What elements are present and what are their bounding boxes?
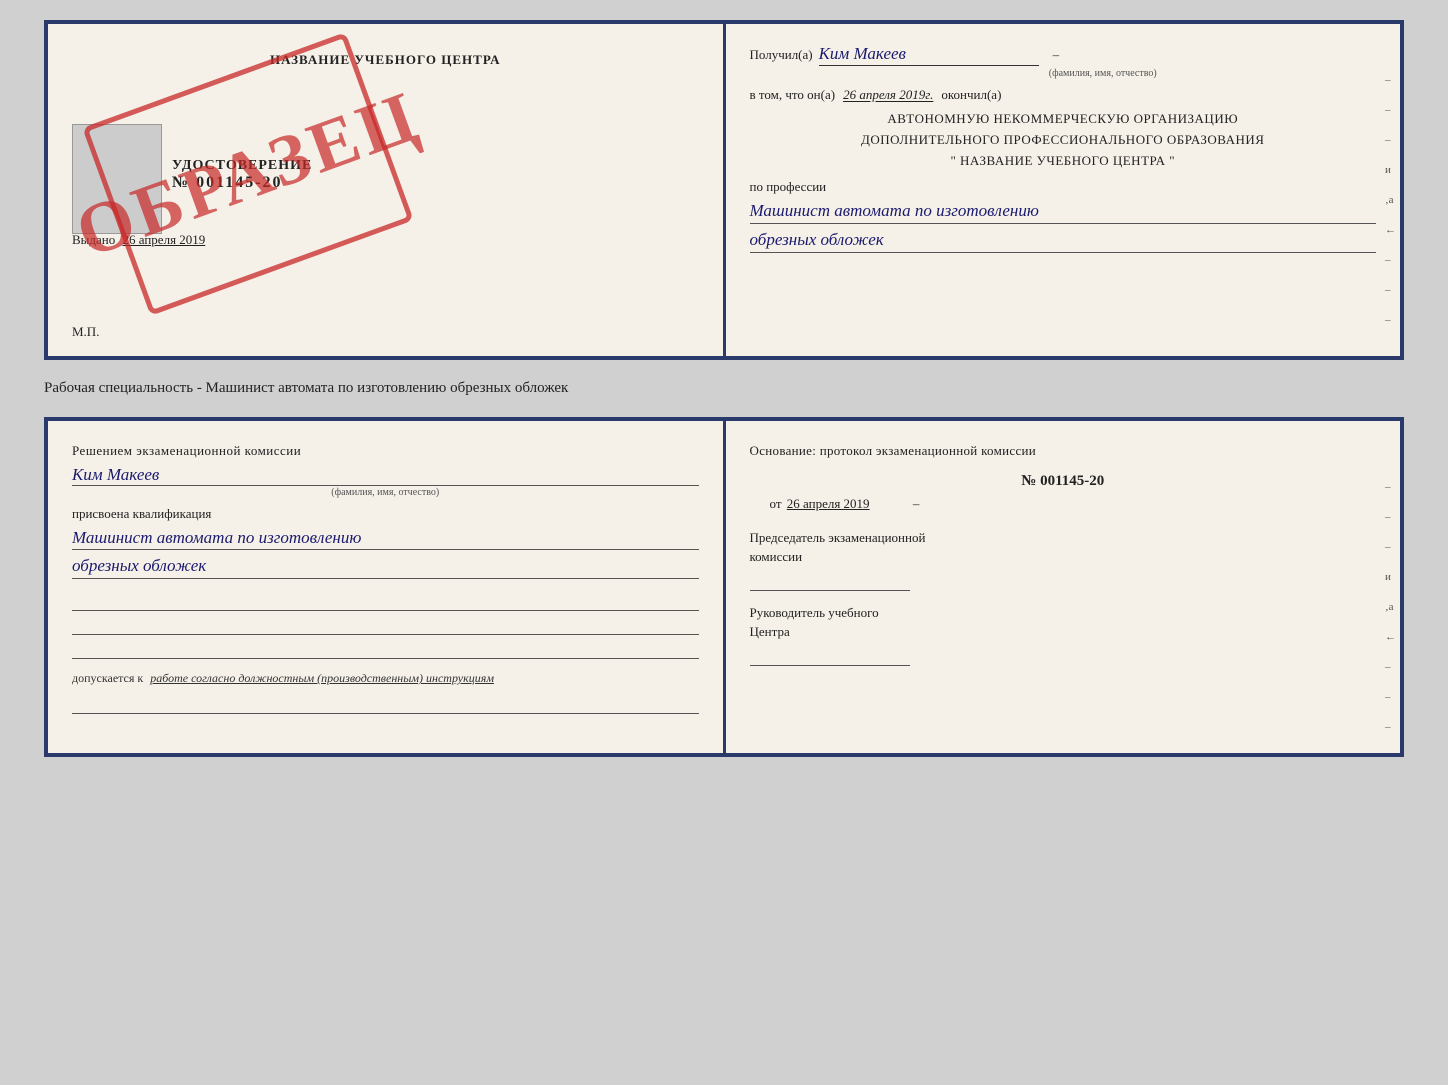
org-line2: ДОПОЛНИТЕЛЬНОГО ПРОФЕССИОНАЛЬНОГО ОБРАЗО… [750, 130, 1377, 151]
bottom-document: Решением экзаменационной комиссии Ким Ма… [44, 417, 1404, 757]
vtom-date: 26 апреля 2019г. [843, 87, 933, 103]
fio-hint-top: (фамилия, имя, отчество) [830, 68, 1377, 79]
bottom-doc-right: Основание: протокол экзаменационной коми… [726, 421, 1401, 753]
reshen-name: Ким Макеев [72, 465, 699, 486]
dopusk-text: работе согласно должностным (производств… [150, 671, 494, 685]
po-professii: по профессии [750, 179, 1377, 195]
photo-placeholder [72, 124, 162, 234]
vydano-prefix: Выдано [72, 232, 115, 247]
fio-hint-bottom: (фамилия, имя, отчество) [72, 487, 699, 498]
ul-line-3 [72, 635, 699, 659]
udost-title: УДОСТОВЕРЕНИЕ [172, 158, 699, 174]
poluchil-label: Получил(а) [750, 47, 813, 63]
profession-line1-top: Машинист автомата по изготовлению [750, 199, 1377, 224]
prisv-label: присвоена квалификация [72, 506, 699, 522]
mp-label: М.П. [72, 324, 99, 340]
side-marks-top: – – – и ‚а ← – – – [1385, 74, 1396, 326]
okончил-label: окончил(а) [941, 87, 1001, 103]
vtom-prefix: в том, что он(а) [750, 87, 836, 103]
vydano-line: Выдано 26 апреля 2019 [72, 232, 699, 248]
caption-line: Рабочая специальность - Машинист автомат… [44, 376, 568, 401]
bottom-doc-left: Решением экзаменационной комиссии Ким Ма… [48, 421, 726, 753]
poluchil-group: Получил(а) Ким Макеев – [750, 44, 1377, 66]
side-marks-bottom: – – – и ‚а ← – – – [1385, 481, 1396, 733]
vtom-line: в том, что он(а) 26 апреля 2019г. окончи… [750, 87, 1377, 103]
rukovoditel-block: Руководитель учебного Центра [750, 603, 1377, 666]
profession-line2-top: обрезных обложек [750, 228, 1377, 253]
org-line1: АВТОНОМНУЮ НЕКОММЕРЧЕСКУЮ ОРГАНИЗАЦИЮ [750, 109, 1377, 130]
dash-right: – [913, 496, 920, 511]
predsedatel-sig-line [750, 571, 910, 591]
protocol-date-prefix: от [770, 496, 782, 511]
profession-line2-bottom: обрезных обложек [72, 554, 699, 579]
ul-line-2 [72, 611, 699, 635]
predsedatel-block: Председатель экзаменационной комиссии [750, 528, 1377, 591]
bottom-ul-group [72, 587, 699, 659]
ul-line-dopusk [72, 690, 699, 714]
dash1: – [1053, 47, 1060, 63]
protocol-date: от 26 апреля 2019 – [770, 496, 1377, 512]
reshen-title: Решением экзаменационной комиссии [72, 441, 699, 461]
rukovoditel-sig-line [750, 646, 910, 666]
rukovoditel-label: Руководитель учебного [750, 603, 1377, 623]
udostoverenie-block: УДОСТОВЕРЕНИЕ № 001145-20 [172, 158, 699, 192]
profession-line1-bottom: Машинист автомата по изготовлению [72, 526, 699, 551]
top-doc-right: Получил(а) Ким Макеев – (фамилия, имя, о… [726, 24, 1401, 356]
dopuskaetsya-block: допускается к работе согласно должностны… [72, 671, 699, 686]
documents-wrapper: НАЗВАНИЕ УЧЕБНОГО ЦЕНТРА ОБРАЗЕЦ УДОСТОВ… [44, 20, 1404, 757]
udost-number: № 001145-20 [172, 174, 699, 192]
recipient-name: Ким Макеев [819, 44, 1039, 66]
protocol-number: № 001145-20 [750, 473, 1377, 490]
top-document: НАЗВАНИЕ УЧЕБНОГО ЦЕНТРА ОБРАЗЕЦ УДОСТОВ… [44, 20, 1404, 360]
org-line3: " НАЗВАНИЕ УЧЕБНОГО ЦЕНТРА " [750, 151, 1377, 172]
protocol-date-value: 26 апреля 2019 [787, 496, 870, 511]
ul-line-1 [72, 587, 699, 611]
predsedatel-label: Председатель экзаменационной [750, 528, 1377, 548]
vydano-date: 26 апреля 2019 [123, 232, 206, 247]
school-name-top: НАЗВАНИЕ УЧЕБНОГО ЦЕНТРА [72, 52, 699, 68]
osnovanie-title: Основание: протокол экзаменационной коми… [750, 441, 1377, 461]
tsentra-label: Центра [750, 622, 1377, 642]
org-block: АВТОНОМНУЮ НЕКОММЕРЧЕСКУЮ ОРГАНИЗАЦИЮ ДО… [750, 109, 1377, 171]
top-doc-left: НАЗВАНИЕ УЧЕБНОГО ЦЕНТРА ОБРАЗЕЦ УДОСТОВ… [48, 24, 723, 356]
dopusk-prefix: допускается к [72, 671, 143, 685]
komissii-label: комиссии [750, 547, 1377, 567]
